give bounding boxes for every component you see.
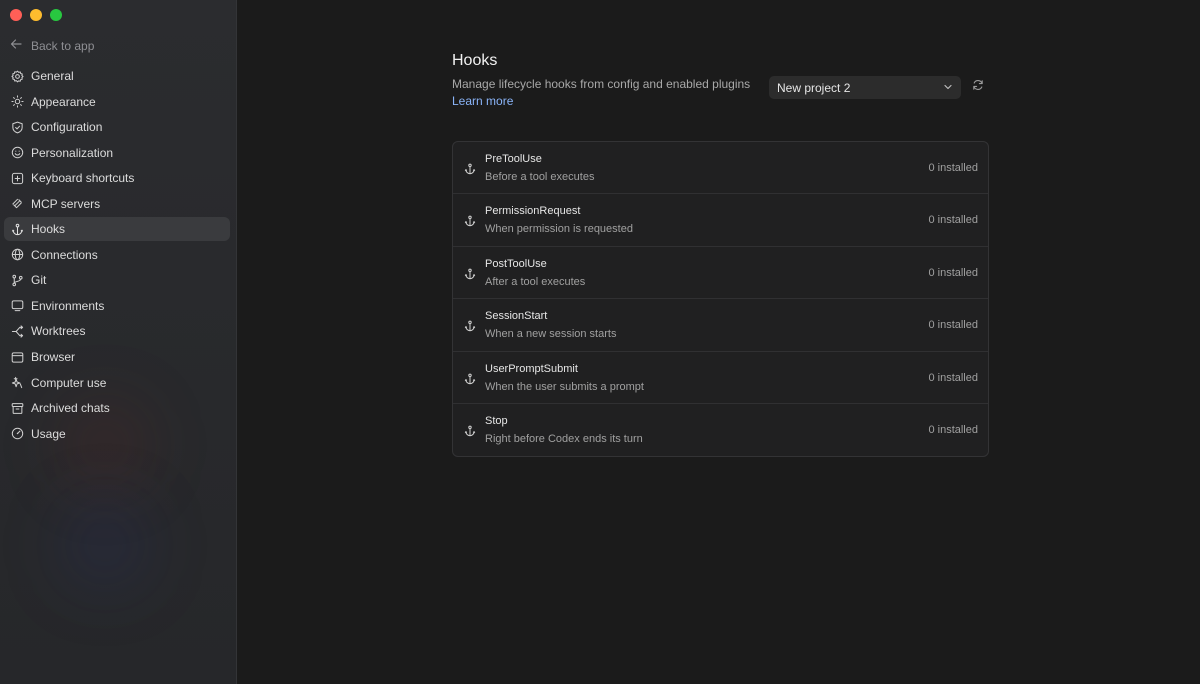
sidebar-item-label: Connections xyxy=(31,247,98,262)
archive-icon xyxy=(11,402,24,415)
hook-row-pretooluse[interactable]: PreToolUse Before a tool executes 0 inst… xyxy=(453,142,988,195)
project-select[interactable]: New project 2 xyxy=(769,76,961,99)
keyboard-icon xyxy=(11,172,24,185)
anchor-icon xyxy=(464,162,476,175)
hook-row-stop[interactable]: Stop Right before Codex ends its turn 0 … xyxy=(453,404,988,456)
gauge-icon xyxy=(11,427,24,440)
zoom-window-button[interactable] xyxy=(50,9,62,21)
hook-name: PostToolUse xyxy=(485,257,547,270)
monitor-icon xyxy=(11,299,24,312)
background-blur xyxy=(60,500,150,590)
sidebar-item-label: Keyboard shortcuts xyxy=(31,171,135,186)
gear-icon xyxy=(11,70,24,83)
hook-installed-count: 0 installed xyxy=(928,319,978,332)
mcp-icon xyxy=(11,197,24,210)
hook-installed-count: 0 installed xyxy=(928,214,978,227)
sidebar-item-environments[interactable]: Environments xyxy=(4,294,230,318)
sidebar-item-worktrees[interactable]: Worktrees xyxy=(4,319,230,343)
sidebar-item-archived-chats[interactable]: Archived chats xyxy=(4,396,230,420)
sidebar-item-label: Configuration xyxy=(31,120,103,135)
sidebar-item-label: Environments xyxy=(31,298,105,313)
sidebar-item-label: Git xyxy=(31,273,47,288)
back-to-app-label: Back to app xyxy=(31,38,95,53)
hook-row-posttooluse[interactable]: PostToolUse After a tool executes 0 inst… xyxy=(453,247,988,300)
hook-description: After a tool executes xyxy=(485,275,586,288)
hook-installed-count: 0 installed xyxy=(928,162,978,174)
git-branch-icon xyxy=(11,274,24,287)
page-title: Hooks xyxy=(452,52,498,69)
hook-name: Stop xyxy=(485,414,508,427)
minimize-window-button[interactable] xyxy=(30,9,42,21)
hook-description: When permission is requested xyxy=(485,223,633,236)
sidebar-item-keyboard-shortcuts[interactable]: Keyboard shortcuts xyxy=(4,166,230,190)
hook-description: When a new session starts xyxy=(485,328,617,341)
settings-window: Back to app General Appearance Configura… xyxy=(0,0,1200,684)
hook-row-sessionstart[interactable]: SessionStart When a new session starts 0… xyxy=(453,299,988,352)
sidebar-item-computer-use[interactable]: Computer use xyxy=(4,371,230,395)
sidebar-item-label: Worktrees xyxy=(31,324,86,339)
sidebar-item-label: Personalization xyxy=(31,145,114,160)
hook-name: SessionStart xyxy=(485,310,548,323)
hook-description: Right before Codex ends its turn xyxy=(485,432,643,445)
sidebar-item-appearance[interactable]: Appearance xyxy=(4,90,230,114)
sparkle-icon xyxy=(11,376,24,389)
sidebar-item-label: Hooks xyxy=(31,222,66,237)
refresh-icon xyxy=(972,78,984,96)
sidebar-item-configuration[interactable]: Configuration xyxy=(4,115,230,139)
hook-name: PreToolUse xyxy=(485,153,542,165)
hook-description: When the user submits a prompt xyxy=(485,380,644,393)
sidebar: Back to app General Appearance Configura… xyxy=(0,0,237,684)
browser-icon xyxy=(11,351,24,364)
anchor-icon xyxy=(464,319,476,332)
sun-icon xyxy=(11,95,24,108)
anchor-icon xyxy=(464,372,476,384)
back-to-app-link[interactable]: Back to app xyxy=(10,38,94,53)
sidebar-item-label: Appearance xyxy=(31,94,96,109)
window-controls xyxy=(10,9,62,21)
worktree-icon xyxy=(11,325,24,338)
anchor-icon xyxy=(11,223,24,236)
close-window-button[interactable] xyxy=(10,9,22,21)
hook-installed-count: 0 installed xyxy=(928,266,978,279)
project-select-value: New project 2 xyxy=(777,80,851,95)
settings-nav: General Appearance Configuration Persona… xyxy=(4,64,230,447)
hook-row-permissionrequest[interactable]: PermissionRequest When permission is req… xyxy=(453,194,988,247)
sidebar-item-personalization[interactable]: Personalization xyxy=(4,141,230,165)
page-description: Manage lifecycle hooks from config and e… xyxy=(452,77,751,91)
anchor-icon xyxy=(464,424,476,437)
sidebar-item-connections[interactable]: Connections xyxy=(4,243,230,267)
anchor-icon xyxy=(464,267,476,280)
sidebar-item-git[interactable]: Git xyxy=(4,268,230,292)
refresh-button[interactable] xyxy=(971,80,985,94)
sidebar-item-label: Browser xyxy=(31,350,76,365)
sidebar-item-label: General xyxy=(31,69,74,83)
sidebar-item-label: MCP servers xyxy=(31,196,101,211)
hook-installed-count: 0 installed xyxy=(928,423,978,436)
learn-more-link[interactable]: Learn more xyxy=(452,94,513,108)
hooks-list: PreToolUse Before a tool executes 0 inst… xyxy=(452,141,989,457)
sidebar-item-label: Archived chats xyxy=(31,401,110,416)
chevron-down-icon xyxy=(943,81,953,95)
sidebar-item-general[interactable]: General xyxy=(4,64,230,88)
sidebar-item-browser[interactable]: Browser xyxy=(4,345,230,369)
sidebar-item-hooks[interactable]: Hooks xyxy=(4,217,230,242)
hook-installed-count: 0 installed xyxy=(928,371,978,384)
hook-name: PermissionRequest xyxy=(485,205,581,218)
sidebar-item-usage[interactable]: Usage xyxy=(4,422,230,446)
main-content: Hooks Manage lifecycle hooks from config… xyxy=(237,0,1200,684)
anchor-icon xyxy=(464,214,476,227)
hook-name: UserPromptSubmit xyxy=(485,362,578,375)
arrow-left-icon xyxy=(10,38,24,53)
smiley-icon xyxy=(11,146,24,159)
sidebar-item-label: Computer use xyxy=(31,375,107,390)
hook-description: Before a tool executes xyxy=(485,171,595,183)
sidebar-item-mcp-servers[interactable]: MCP servers xyxy=(4,192,230,216)
hook-row-userpromptsubmit[interactable]: UserPromptSubmit When the user submits a… xyxy=(453,352,988,404)
sidebar-item-label: Usage xyxy=(31,426,66,441)
shield-icon xyxy=(11,121,24,134)
globe-icon xyxy=(11,248,24,261)
